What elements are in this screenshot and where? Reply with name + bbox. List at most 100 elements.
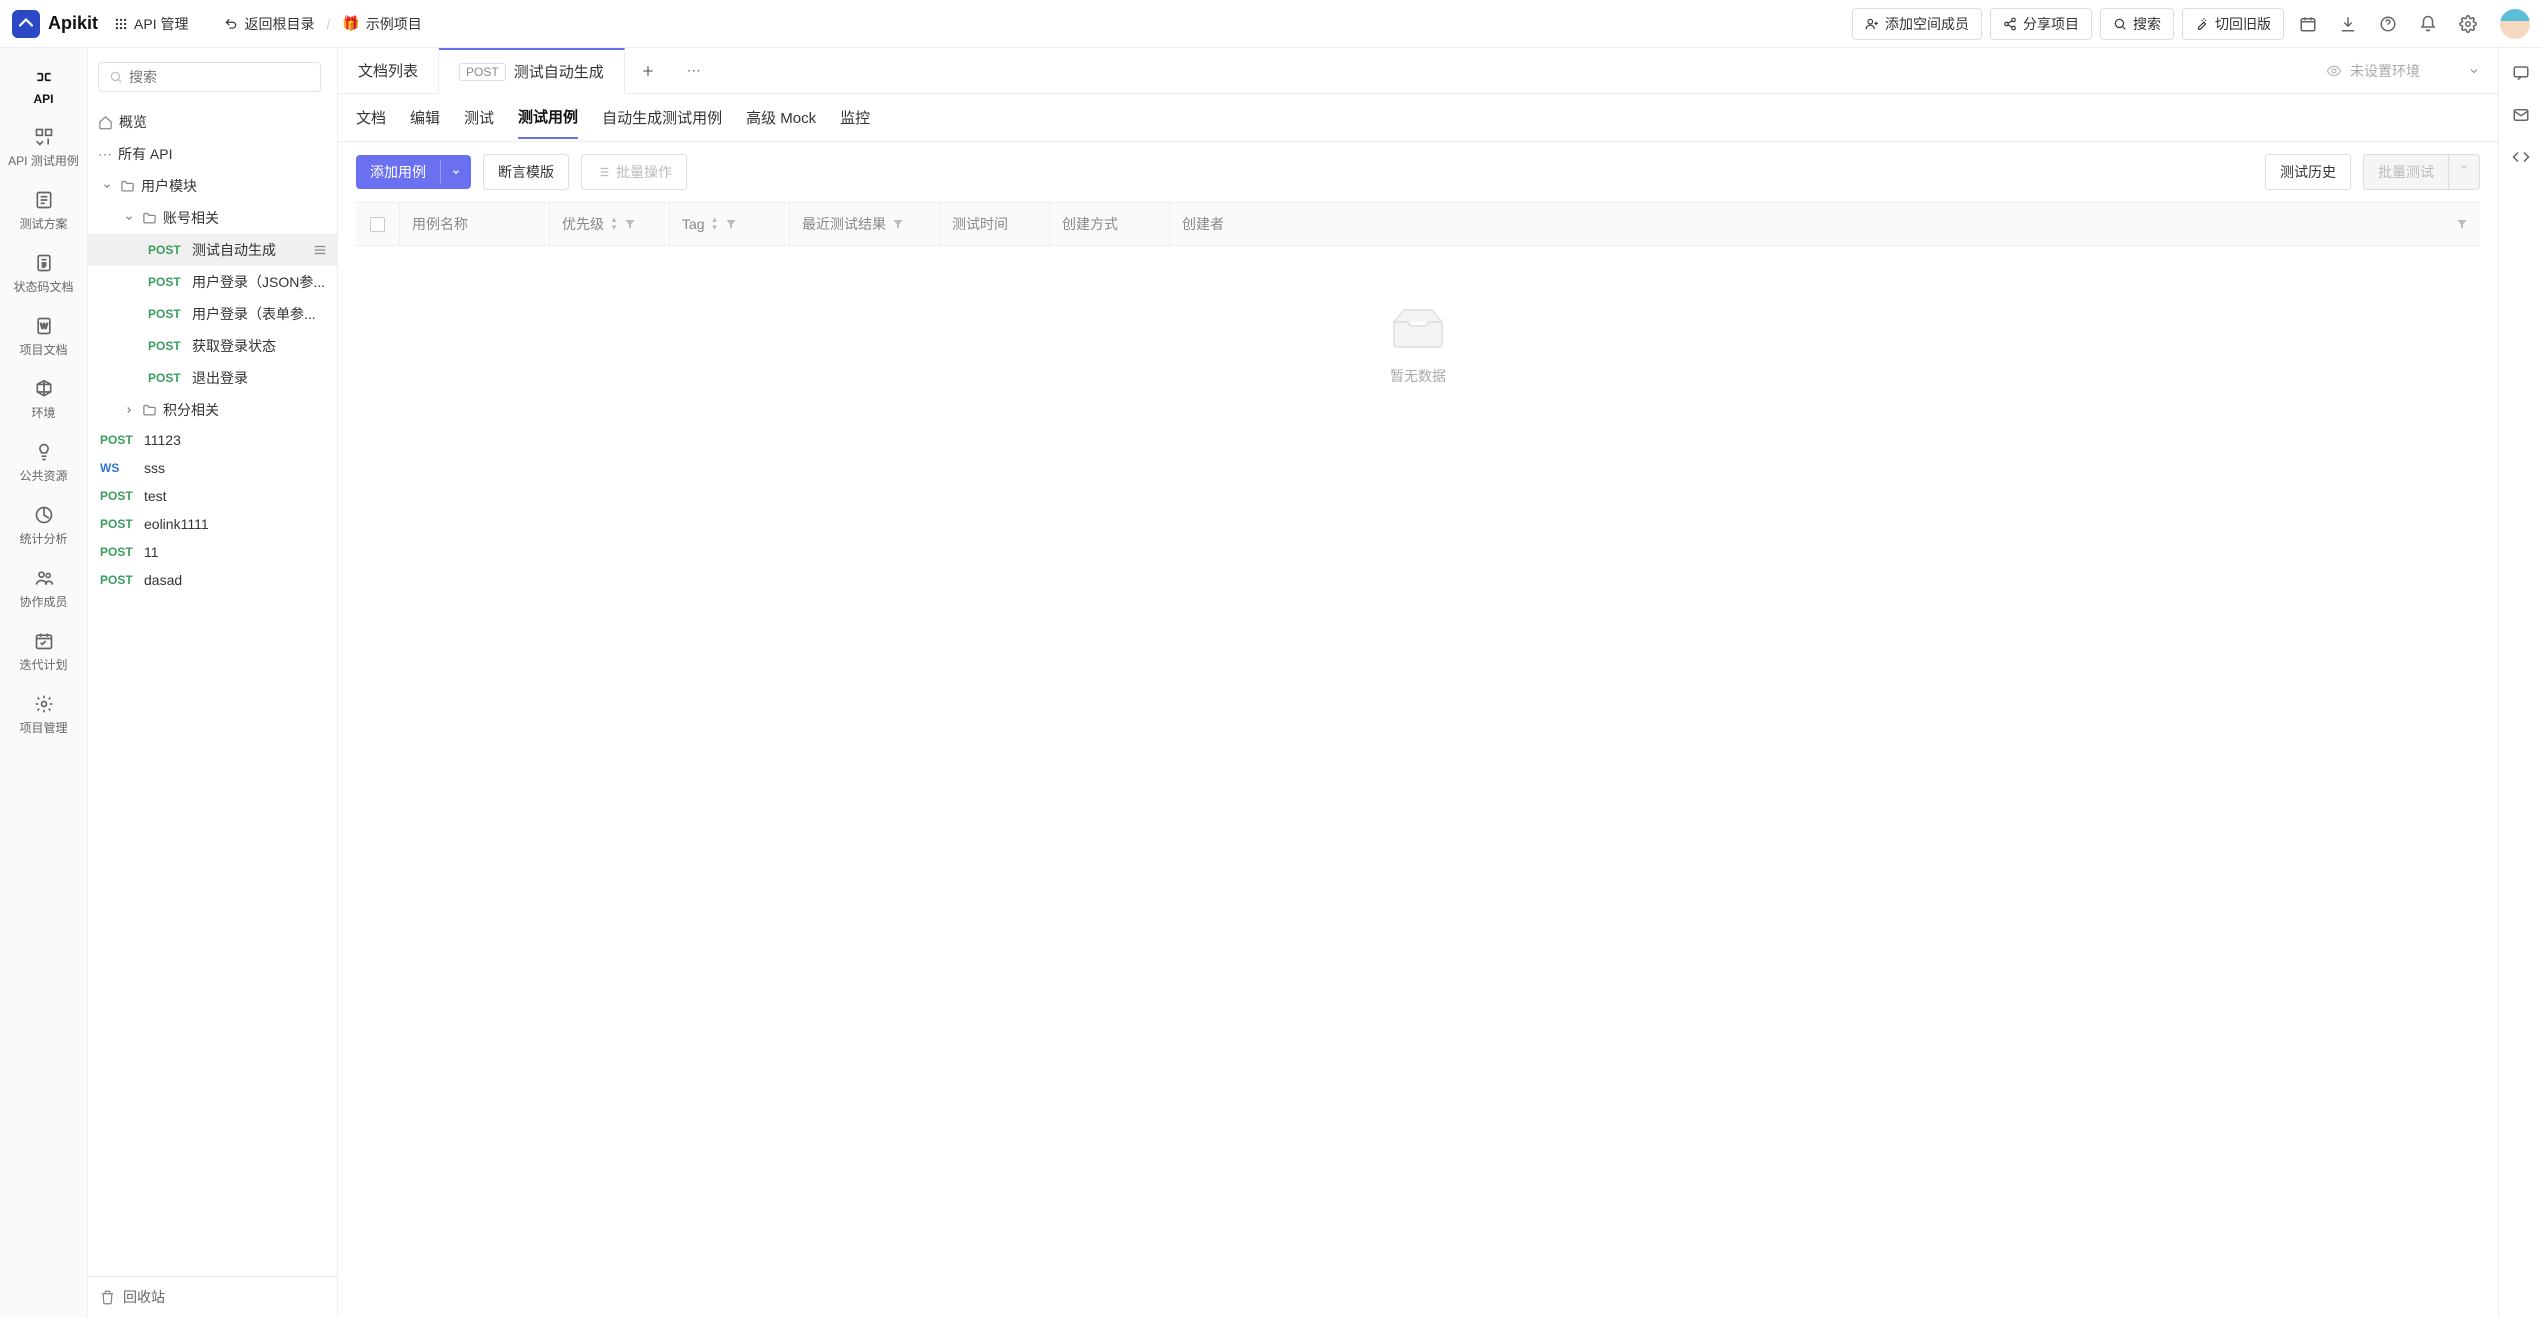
tree-all-api[interactable]: ⋯ 所有 API — [88, 138, 337, 170]
chevron-icon[interactable] — [100, 181, 114, 191]
tree-label: 11123 — [144, 432, 327, 448]
tree-label: 积分相关 — [163, 400, 327, 420]
nav-api[interactable]: API — [0, 56, 88, 116]
nav-status-doc[interactable]: #状态码文档 — [0, 242, 88, 305]
menu-icon[interactable] — [313, 243, 327, 257]
sub-tab-edit[interactable]: 编辑 — [410, 97, 440, 138]
ellipsis-icon: ⋯ — [98, 146, 112, 163]
tree-api-item[interactable]: POST用户登录（JSON参... — [88, 266, 337, 298]
bell-icon[interactable] — [2412, 8, 2444, 40]
add-members-button[interactable]: 添加空间成员 — [1852, 8, 1982, 40]
nav-test-plan[interactable]: 测试方案 — [0, 179, 88, 242]
test-history-button[interactable]: 测试历史 — [2265, 154, 2351, 190]
tree-overview[interactable]: 概览 — [88, 106, 337, 138]
sub-tab-mock[interactable]: 高级 Mock — [746, 97, 816, 138]
grid-icon — [114, 17, 128, 31]
nav-stats[interactable]: 统计分析 — [0, 494, 88, 557]
nav-project-mgmt[interactable]: 项目管理 — [0, 683, 88, 746]
sub-tab-doc[interactable]: 文档 — [356, 97, 386, 138]
sub-tab-monitor[interactable]: 监控 — [840, 97, 870, 138]
nav-collab[interactable]: 协作成员 — [0, 557, 88, 620]
tree-folder[interactable]: 账号相关 — [88, 202, 337, 234]
sub-tab-auto-gen[interactable]: 自动生成测试用例 — [602, 97, 722, 138]
nav-label: 环境 — [31, 404, 55, 421]
nav-env[interactable]: 环境 — [0, 368, 88, 431]
nav-iteration[interactable]: 迭代计划 — [0, 620, 88, 683]
tree-search[interactable] — [98, 62, 321, 92]
tree-api-item[interactable]: POSTdasad — [88, 566, 337, 594]
chevron-icon[interactable] — [122, 405, 136, 415]
tab-doc-list[interactable]: 文档列表 — [338, 48, 439, 94]
tabs-row: 文档列表 POST 测试自动生成 ⋯ 未设置环境 — [338, 48, 2498, 94]
table-area: 用例名称 优先级 ▲▼ Tag ▲▼ 最近测试结果 — [338, 202, 2498, 1317]
add-case-button[interactable]: 添加用例 — [356, 155, 471, 189]
tree-api-item[interactable]: POST用户登录（表单参... — [88, 298, 337, 330]
tab-add-button[interactable] — [625, 63, 671, 79]
breadcrumb: API 管理 返回根目录 / 🎁 示例项目 — [114, 14, 422, 34]
select-all-checkbox[interactable] — [370, 217, 385, 232]
calendar-icon[interactable] — [2292, 8, 2324, 40]
nav-api-test-case[interactable]: API 测试用例 — [0, 116, 88, 179]
share-project-button[interactable]: 分享项目 — [1990, 8, 2092, 40]
search-button[interactable]: 搜索 — [2100, 8, 2174, 40]
avatar[interactable] — [2500, 9, 2530, 39]
filter-icon[interactable] — [2456, 218, 2468, 230]
tree-folder[interactable]: 积分相关 — [88, 394, 337, 426]
tree-recycle-bin[interactable]: 回收站 — [88, 1276, 337, 1317]
folder-icon — [120, 179, 135, 194]
nav-public-res[interactable]: 公共资源 — [0, 431, 88, 494]
method-tag: POST — [148, 371, 186, 385]
tab-current-api[interactable]: POST 测试自动生成 — [439, 48, 625, 94]
filter-icon[interactable] — [892, 218, 904, 230]
tree-api-item[interactable]: POSTeolink1111 — [88, 510, 337, 538]
filter-icon[interactable] — [624, 218, 636, 230]
sub-tab-test[interactable]: 测试 — [464, 97, 494, 138]
logo[interactable]: Apikit — [12, 10, 98, 38]
tree-search-input[interactable] — [129, 69, 310, 85]
gift-icon: 🎁 — [342, 15, 359, 32]
tab-more-button[interactable]: ⋯ — [671, 62, 717, 79]
iteration-icon — [33, 630, 55, 652]
svg-text:W: W — [40, 322, 48, 331]
tree-api-item[interactable]: POST11123 — [88, 426, 337, 454]
tree-api-item[interactable]: POST获取登录状态 — [88, 330, 337, 362]
download-icon[interactable] — [2332, 8, 2364, 40]
nav-label: 状态码文档 — [13, 278, 73, 295]
tree-label: eolink1111 — [144, 516, 327, 532]
chevron-icon[interactable] — [122, 213, 136, 223]
help-icon[interactable] — [2372, 8, 2404, 40]
filter-icon[interactable] — [725, 218, 737, 230]
sort-icon[interactable]: ▲▼ — [610, 216, 618, 232]
nav-label: API — [33, 92, 53, 106]
sort-icon[interactable]: ▲▼ — [711, 216, 719, 232]
tree-label: dasad — [144, 572, 327, 588]
tree-api-item[interactable]: WSsss — [88, 454, 337, 482]
assertion-template-button[interactable]: 断言模版 — [483, 154, 569, 190]
tree-api-item[interactable]: POST11 — [88, 538, 337, 566]
search-icon — [2113, 17, 2127, 31]
tree-label: 退出登录 — [192, 368, 327, 388]
tree-api-item[interactable]: POST测试自动生成 — [88, 234, 337, 266]
sub-tab-test-case[interactable]: 测试用例 — [518, 96, 578, 139]
th-test-time: 测试时间 — [940, 203, 1050, 245]
collab-icon — [33, 567, 55, 589]
comment-icon[interactable] — [2512, 64, 2530, 82]
breadcrumb-back-root[interactable]: 返回根目录 — [224, 14, 314, 34]
tree-api-item[interactable]: POST 退出登录 — [88, 362, 337, 394]
breadcrumb-project[interactable]: 🎁 示例项目 — [342, 14, 421, 34]
header-actions: 添加空间成员 分享项目 搜索 切回旧版 — [1852, 8, 2530, 40]
tree-api-item[interactable]: POSTtest — [88, 482, 337, 510]
env-selector[interactable]: 未设置环境 — [2308, 61, 2498, 81]
app-name: Apikit — [48, 13, 98, 34]
nav-project-doc[interactable]: W项目文档 — [0, 305, 88, 368]
empty-box-icon — [1388, 306, 1448, 350]
mail-icon[interactable] — [2512, 106, 2530, 124]
method-tag: POST — [100, 545, 138, 559]
table-header: 用例名称 优先级 ▲▼ Tag ▲▼ 最近测试结果 — [356, 202, 2480, 246]
switch-old-button[interactable]: 切回旧版 — [2182, 8, 2284, 40]
breadcrumb-api-management[interactable]: API 管理 — [114, 14, 188, 34]
gear-icon[interactable] — [2452, 8, 2484, 40]
tree-folder[interactable]: 用户模块 — [88, 170, 337, 202]
code-icon[interactable] — [2512, 148, 2530, 166]
chevron-down-icon[interactable] — [440, 160, 471, 184]
